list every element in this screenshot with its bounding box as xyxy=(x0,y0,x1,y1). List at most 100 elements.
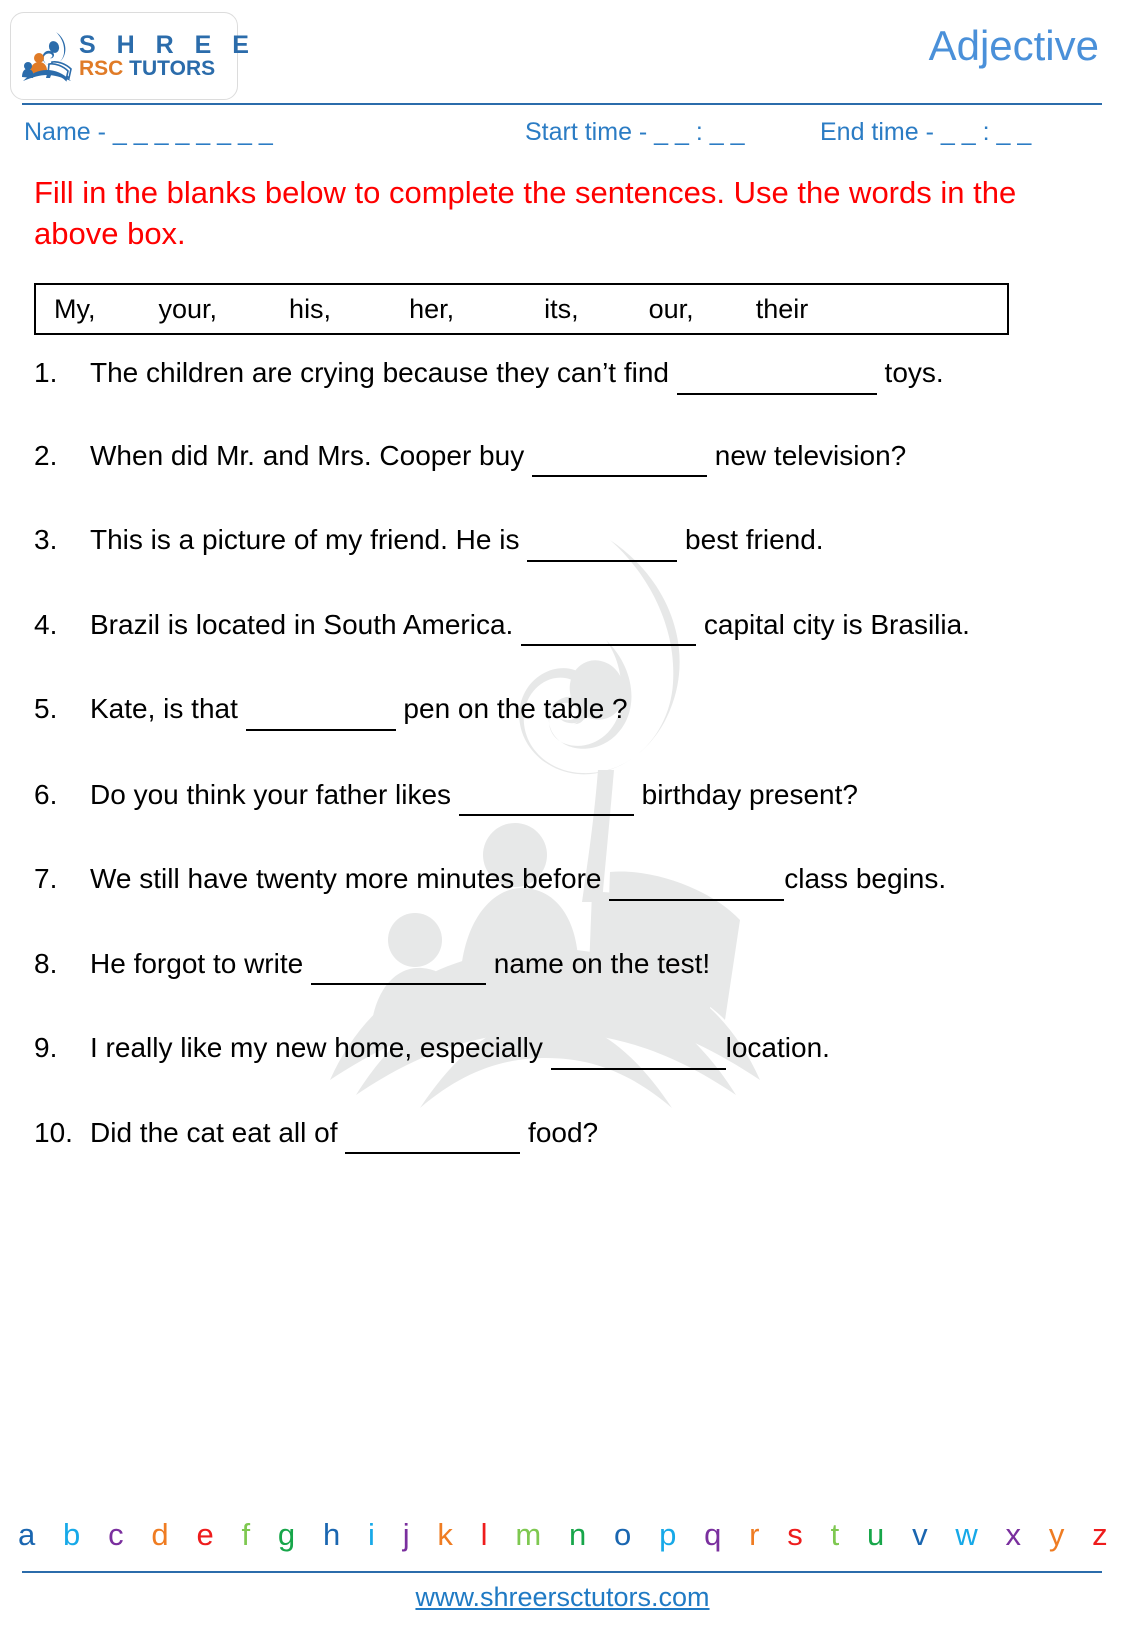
alphabet-letter: x xyxy=(1005,1517,1022,1552)
question-text-after: birthday present? xyxy=(633,778,858,810)
alphabet-letter: u xyxy=(867,1517,885,1552)
alphabet-letter: y xyxy=(1048,1517,1065,1552)
alphabet-letter: t xyxy=(830,1517,840,1552)
question-item: 9. I really like my new home, especially… xyxy=(34,1027,1034,1070)
question-number: 7. xyxy=(34,863,58,895)
question-item: 8. He forgot to write name on the test! xyxy=(34,943,1034,986)
question-text: Do you think your father likes birthday … xyxy=(90,774,1034,817)
alphabet-letter: b xyxy=(63,1517,81,1552)
question-number: 8. xyxy=(34,947,58,979)
answer-blank[interactable] xyxy=(609,872,785,901)
word-bank-item: their xyxy=(755,293,809,324)
question-number: 9. xyxy=(34,1032,58,1064)
question-list: 1. The children are crying because they … xyxy=(34,352,1034,1155)
question-number: 3. xyxy=(34,524,58,556)
alphabet-letter: d xyxy=(151,1517,169,1552)
question-text-after: class begins. xyxy=(784,863,947,895)
alphabet-letter: g xyxy=(277,1517,296,1552)
website-link[interactable]: www.shreersctutors.com xyxy=(0,1582,1125,1613)
question-number: 6. xyxy=(34,778,58,810)
question-text-before: He forgot to write xyxy=(90,947,311,979)
question-text-after: best friend. xyxy=(677,524,824,556)
alphabet-letter: r xyxy=(749,1517,760,1552)
page-header: S H R E E RSC TUTORS Adjective xyxy=(0,0,1125,112)
word-bank-item: your, xyxy=(158,293,218,324)
question-text-before: When did Mr. and Mrs. Cooper buy xyxy=(90,439,532,471)
start-time-field-label[interactable]: Start time - _ _ : _ _ xyxy=(525,118,745,147)
question-item: 1. The children are crying because they … xyxy=(34,352,1034,395)
question-number: 4. xyxy=(34,608,58,640)
alphabet-letter: h xyxy=(322,1517,341,1552)
question-text: We still have twenty more minutes before… xyxy=(90,858,1034,901)
question-text-after: new television? xyxy=(706,439,907,471)
answer-blank[interactable] xyxy=(458,788,634,817)
alphabet-letter: z xyxy=(1092,1517,1108,1552)
word-bank-item: My, xyxy=(54,293,96,324)
word-bank-item: her, xyxy=(409,293,455,324)
header-divider xyxy=(22,103,1102,105)
brand-logo: S H R E E RSC TUTORS xyxy=(10,12,249,100)
question-item: 7. We still have twenty more minutes bef… xyxy=(34,858,1034,901)
question-text-before: Did the cat eat all of xyxy=(90,1116,346,1148)
alphabet-letter: j xyxy=(402,1517,410,1552)
end-time-field-label[interactable]: End time - _ _ : _ _ xyxy=(820,118,1031,147)
question-text: I really like my new home, especially lo… xyxy=(90,1027,1034,1070)
name-field-label[interactable]: Name - _ _ _ _ _ _ _ _ xyxy=(24,118,273,147)
question-text-after: food? xyxy=(520,1116,599,1148)
question-text: He forgot to write name on the test! xyxy=(90,943,1034,986)
alphabet-letter: s xyxy=(787,1517,803,1552)
alphabet-letter: f xyxy=(241,1517,251,1552)
question-item: 10. Did the cat eat all of food? xyxy=(34,1112,1034,1155)
question-text-after: capital city is Brasilia. xyxy=(696,608,970,640)
open-book-flame-logo-icon xyxy=(21,28,73,84)
alphabet-letter: e xyxy=(196,1517,214,1552)
brand-name-tutors: TUTORS xyxy=(123,57,216,80)
question-text: Did the cat eat all of food? xyxy=(90,1112,1034,1155)
alphabet-letter: n xyxy=(568,1517,587,1552)
answer-blank[interactable] xyxy=(527,533,678,562)
answer-blank[interactable] xyxy=(550,1041,726,1070)
alphabet-letter: q xyxy=(704,1517,722,1552)
answer-blank[interactable] xyxy=(531,449,707,478)
question-text-after: toys. xyxy=(876,357,944,388)
question-text: When did Mr. and Mrs. Cooper buy new tel… xyxy=(90,435,1034,478)
page-title: Adjective xyxy=(928,22,1099,69)
question-text-before: Brazil is located in South America. xyxy=(90,608,522,640)
question-item: 5. Kate, is that pen on the table ? xyxy=(34,688,1034,731)
question-text-after: location. xyxy=(725,1032,830,1064)
answer-blank[interactable] xyxy=(245,702,396,731)
answer-blank[interactable] xyxy=(345,1126,521,1155)
question-text-after: name on the test! xyxy=(485,947,711,979)
alphabet-strip: a b c d e f g h i j k l m n o p q r s t … xyxy=(18,1519,1108,1550)
alphabet-letter: m xyxy=(515,1517,542,1552)
question-number: 1. xyxy=(34,357,58,388)
alphabet-letter: w xyxy=(955,1517,978,1552)
answer-blank[interactable] xyxy=(676,366,877,395)
question-text-before: The children are crying because they can… xyxy=(90,357,677,388)
question-text-before: We still have twenty more minutes before xyxy=(90,863,610,895)
word-bank-item: his, xyxy=(289,293,332,324)
question-number: 10. xyxy=(34,1116,73,1148)
answer-blank[interactable] xyxy=(521,618,697,647)
alphabet-letter: v xyxy=(912,1517,928,1552)
question-item: 2. When did Mr. and Mrs. Cooper buy new … xyxy=(34,435,1034,478)
question-text-before: This is a picture of my friend. He is xyxy=(90,524,528,556)
answer-blank[interactable] xyxy=(310,957,486,986)
word-bank-item: its, xyxy=(544,293,579,324)
question-item: 6. Do you think your father likes birthd… xyxy=(34,774,1034,817)
question-text-after: pen on the table ? xyxy=(395,693,628,725)
alphabet-letter: l xyxy=(480,1517,488,1552)
alphabet-letter: c xyxy=(108,1517,124,1552)
question-item: 4. Brazil is located in South America. c… xyxy=(34,604,1034,647)
student-meta-row: Name - _ _ _ _ _ _ _ _ Start time - _ _ … xyxy=(0,118,1125,158)
alphabet-letter: a xyxy=(18,1517,36,1552)
question-number: 2. xyxy=(34,439,58,471)
footer-divider xyxy=(22,1571,1102,1573)
question-text: Brazil is located in South America. capi… xyxy=(90,604,1034,647)
question-text: Kate, is that pen on the table ? xyxy=(90,688,1034,731)
alphabet-letter: o xyxy=(614,1517,632,1552)
question-text-before: I really like my new home, especially xyxy=(90,1032,551,1064)
question-item: 3. This is a picture of my friend. He is… xyxy=(34,519,1034,562)
question-text: This is a picture of my friend. He is be… xyxy=(90,519,1034,562)
alphabet-letter: k xyxy=(437,1517,453,1552)
